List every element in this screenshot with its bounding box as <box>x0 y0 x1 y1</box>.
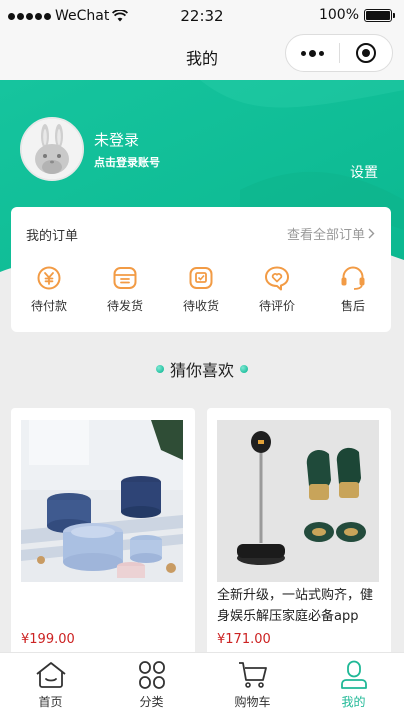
more-button[interactable] <box>286 35 339 71</box>
battery-text: 100% <box>318 7 359 23</box>
order-pending-payment[interactable]: 待付款 <box>11 265 87 314</box>
view-all-orders-link[interactable]: 查看全部订单 <box>287 224 375 243</box>
product-price: ¥171.00 <box>217 632 271 647</box>
cookware-photo <box>21 420 183 582</box>
recommend-heading: 猜你喜欢 <box>0 357 404 381</box>
tab-label: 分类 <box>139 695 164 709</box>
close-button[interactable] <box>340 35 392 71</box>
product-price: ¥199.00 <box>21 632 75 647</box>
order-pending-review[interactable]: 待评价 <box>239 265 315 314</box>
cart-icon <box>238 662 267 688</box>
nav-bar: 我的 <box>0 32 404 80</box>
battery-fill <box>366 10 390 20</box>
order-label: 待付款 <box>30 299 67 313</box>
tab-category[interactable]: 分类 <box>101 653 202 716</box>
settings-link[interactable]: 设置 <box>350 162 378 182</box>
tab-label: 我的 <box>341 695 366 709</box>
login-status[interactable]: 未登录 <box>94 129 139 150</box>
tab-profile[interactable]: 我的 <box>303 653 404 716</box>
dot-icon <box>155 365 164 373</box>
product-image[interactable] <box>21 420 183 582</box>
order-status-list: 待付款 待发货 待收货 待评价 售后 <box>11 265 391 314</box>
rabbit-avatar-icon <box>22 119 82 179</box>
login-link[interactable]: 点击登录账号 <box>94 154 160 170</box>
heart-comment-icon <box>265 266 289 291</box>
orders-card: 我的订单 查看全部订单 待付款 待发货 待收货 待评价 售后 <box>11 207 391 332</box>
tab-home[interactable]: 首页 <box>0 653 101 716</box>
orders-title: 我的订单 <box>26 229 79 244</box>
status-bar: WeChat 22:32 100% <box>0 0 404 32</box>
avatar[interactable] <box>20 117 84 181</box>
order-pending-shipment[interactable]: 待发货 <box>87 265 163 314</box>
battery-icon <box>364 8 395 22</box>
home-icon <box>35 662 66 688</box>
product-card[interactable]: 全新升级，一站式购齐，健身娱乐解压家庭必备app ¥171.00 <box>207 408 391 658</box>
dot-icon <box>240 365 248 373</box>
mini-program-capsule <box>285 34 393 72</box>
order-label: 售后 <box>340 299 365 313</box>
target-icon <box>355 43 376 63</box>
status-right: 100% <box>318 7 395 23</box>
order-after-sales[interactable]: 售后 <box>315 265 391 314</box>
boxing-set-photo <box>217 420 379 582</box>
category-icon <box>138 661 165 689</box>
recommend-title: 猜你喜欢 <box>169 361 234 380</box>
product-card[interactable]: ¥199.00 <box>11 408 195 658</box>
product-title: 全新升级，一站式购齐，健身娱乐解压家庭必备app <box>217 588 374 624</box>
receive-box-icon <box>189 267 213 289</box>
product-image[interactable] <box>217 420 379 582</box>
order-pending-receipt[interactable]: 待收货 <box>163 265 239 314</box>
tab-label: 首页 <box>38 695 63 709</box>
tab-bar: 首页 分类 购物车 我的 <box>0 652 404 716</box>
tab-cart[interactable]: 购物车 <box>202 653 303 716</box>
headset-icon <box>341 266 365 290</box>
order-label: 待收货 <box>182 299 219 313</box>
order-label: 待发货 <box>106 299 143 313</box>
chevron-right-icon <box>368 228 375 239</box>
tab-label: 购物车 <box>234 695 271 709</box>
order-label: 待评价 <box>258 299 295 313</box>
user-icon <box>340 660 367 689</box>
yuan-coin-icon <box>37 266 61 290</box>
package-icon <box>113 267 137 289</box>
view-all-orders-label: 查看全部订单 <box>286 228 365 243</box>
